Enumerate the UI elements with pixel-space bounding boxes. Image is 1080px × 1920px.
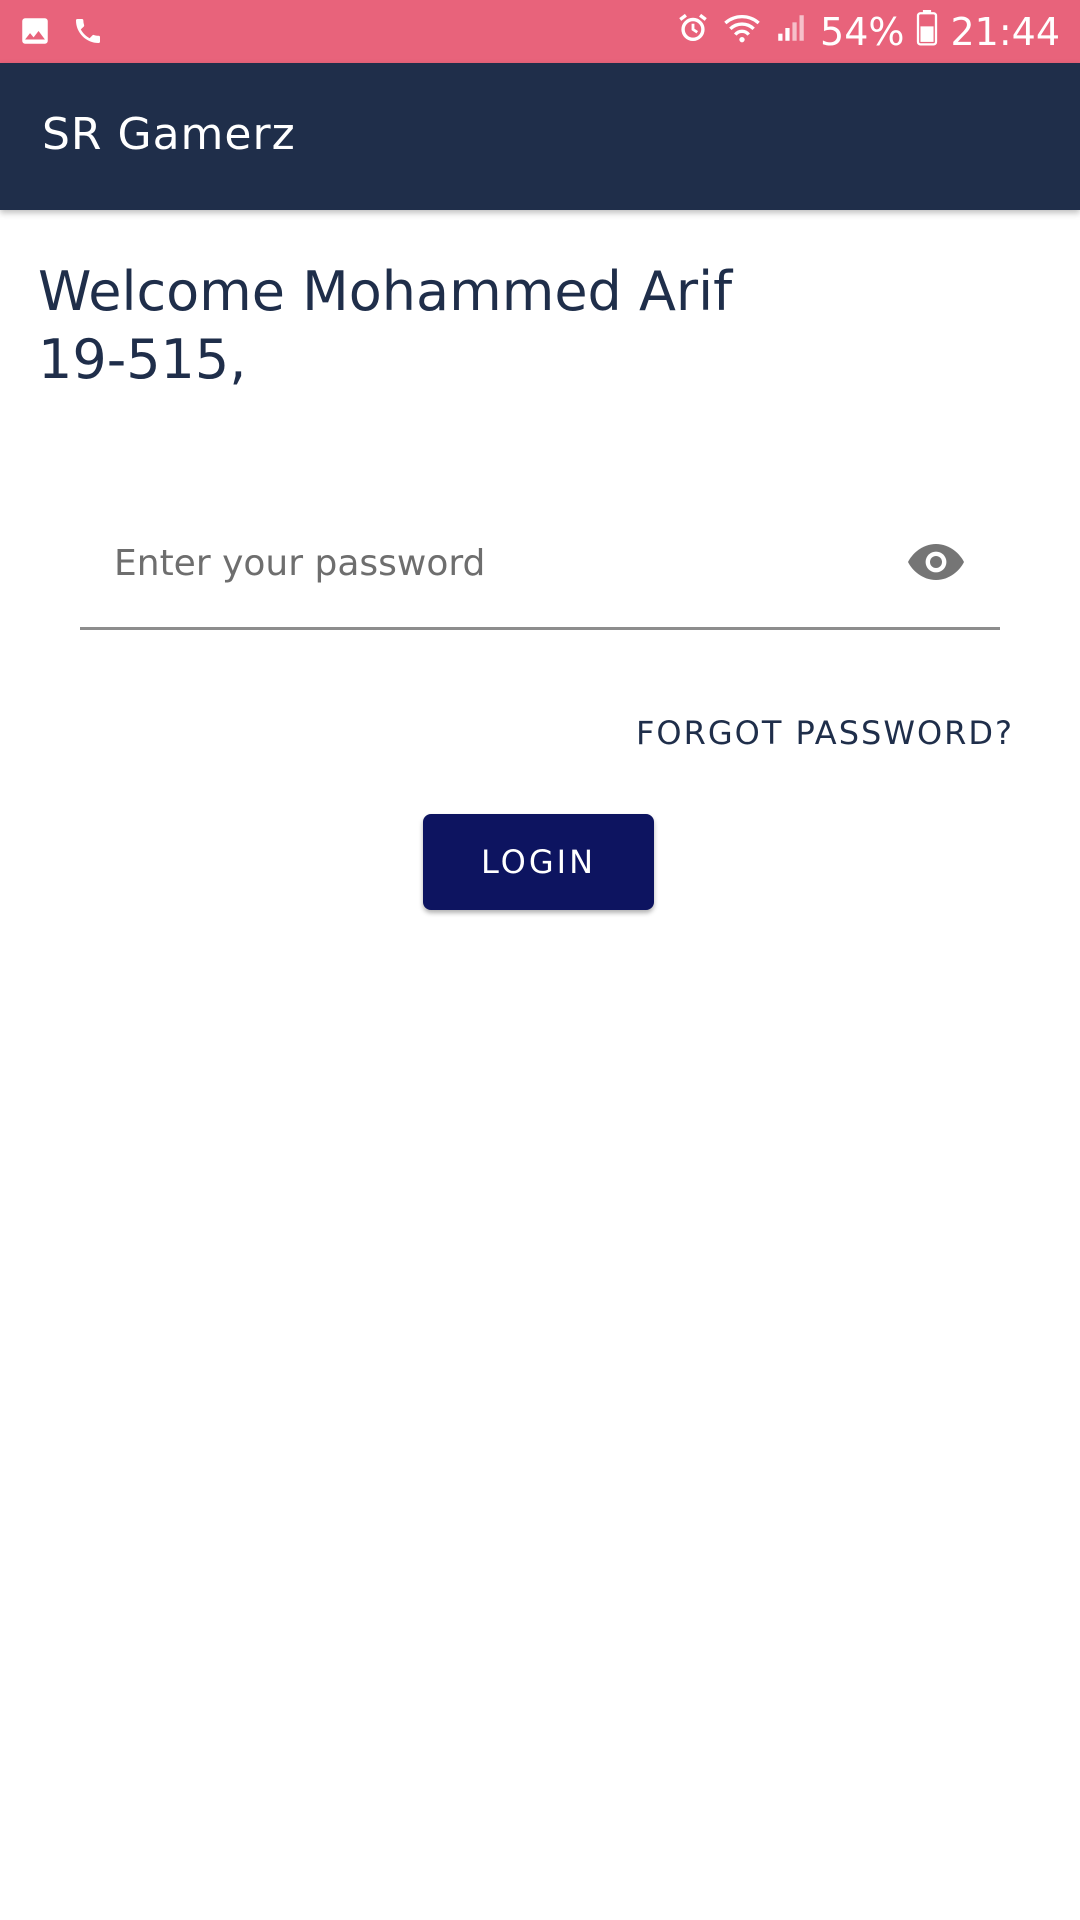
welcome-message: Welcome Mohammed Arif 19-515,: [38, 258, 758, 394]
clock-time: 21:44: [950, 10, 1060, 54]
app-title: SR Gamerz: [42, 109, 296, 160]
password-input[interactable]: [112, 532, 876, 594]
forgot-password-link[interactable]: FORGOT PASSWORD?: [636, 714, 1014, 752]
login-button[interactable]: LOGIN: [423, 814, 654, 910]
eye-icon[interactable]: [906, 532, 966, 592]
battery-percent: 54%: [820, 10, 905, 54]
welcome-id: 19-515,: [38, 328, 247, 391]
status-left-icons: [18, 14, 104, 52]
status-right-icons: 54% 21:44: [676, 8, 1060, 56]
password-field: [80, 510, 1000, 630]
welcome-name: Welcome Mohammed Arif: [38, 260, 733, 323]
signal-icon: [774, 10, 808, 54]
app-bar: SR Gamerz: [0, 63, 1080, 210]
image-icon: [18, 14, 52, 52]
status-bar: 54% 21:44: [0, 0, 1080, 63]
wifi-icon: [722, 10, 762, 54]
alarm-icon: [676, 10, 710, 54]
battery-icon: [916, 9, 938, 55]
phone-icon: [72, 15, 104, 51]
